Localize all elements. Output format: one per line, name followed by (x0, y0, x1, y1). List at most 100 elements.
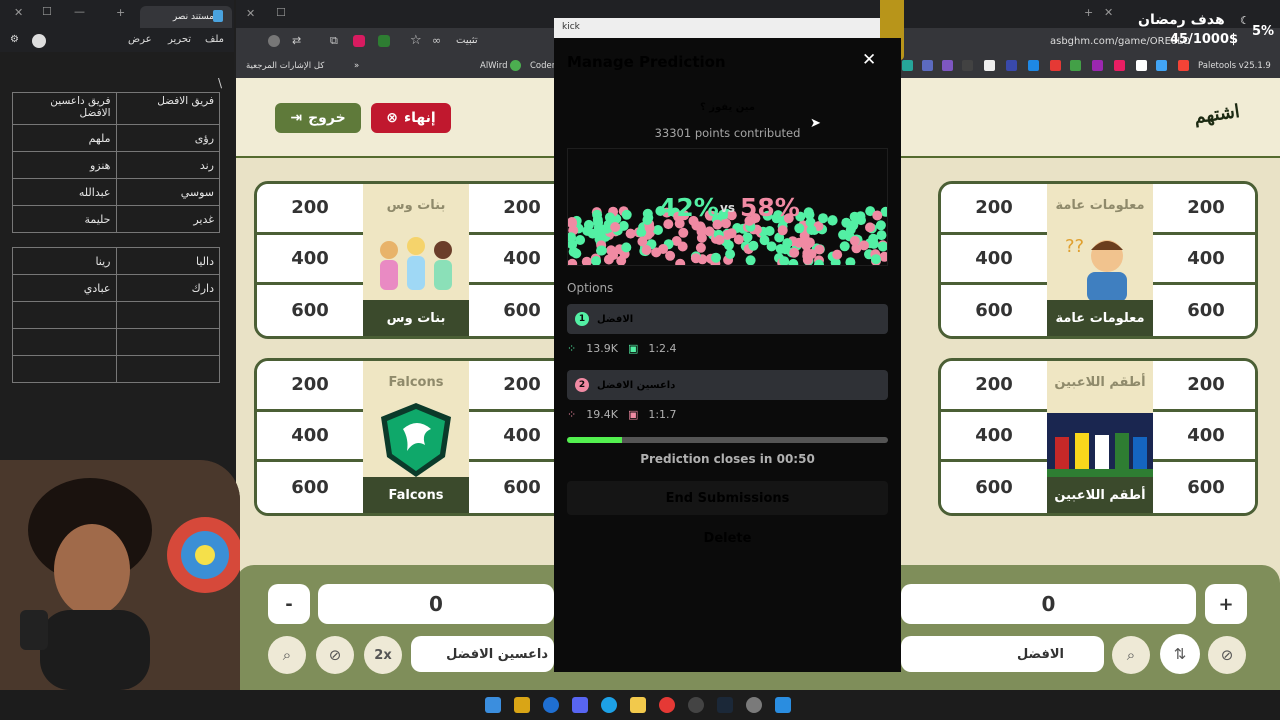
delete-button[interactable]: Delete (567, 522, 888, 554)
windows-icon[interactable] (775, 697, 791, 713)
menu-view[interactable]: عرض (128, 34, 152, 45)
bookmark-alwird[interactable]: AlWird (480, 61, 508, 71)
shield-icon[interactable] (378, 35, 390, 47)
points-tile[interactable]: 400 (1153, 411, 1255, 463)
extension-icon[interactable] (353, 35, 365, 47)
plus-button[interactable]: + (1205, 584, 1247, 624)
table-cell[interactable] (115, 301, 220, 329)
block-icon[interactable]: ⊘ (316, 636, 354, 674)
bookmark-icon[interactable] (1070, 60, 1081, 71)
star-icon[interactable]: ☆ (410, 33, 422, 48)
settings-icon[interactable] (746, 697, 762, 713)
gear-icon[interactable]: ⚙ (10, 34, 19, 45)
table-cell[interactable]: عبادي (12, 274, 117, 302)
new-tab-icon[interactable]: + (116, 6, 125, 19)
option-1-row[interactable]: 1 الافضل (567, 304, 888, 334)
minimize-icon[interactable]: — (74, 5, 85, 18)
table-cell[interactable]: فريق داعسين الافضل (12, 92, 117, 125)
option-2-row[interactable]: 2 داعسين الافضل (567, 370, 888, 400)
bookmark-icon[interactable] (902, 60, 913, 71)
points-tile[interactable]: 600 (1153, 462, 1255, 513)
table-cell[interactable]: رؤى (115, 124, 220, 152)
exit-button[interactable]: ⇥ خروج (275, 103, 361, 133)
bookmark-icon[interactable] (1114, 60, 1125, 71)
chrome-icon[interactable] (659, 697, 675, 713)
block-icon[interactable]: ⊘ (1208, 636, 1246, 674)
double-button[interactable]: 2x (364, 636, 402, 674)
points-tile[interactable]: 600 (257, 285, 363, 336)
bookmarks-folder[interactable]: كل الإشارات المرجعية (246, 61, 324, 71)
menu-edit[interactable]: تحرير (168, 34, 191, 45)
team-right-score[interactable]: 0 (901, 584, 1196, 624)
table-cell[interactable]: غدير (115, 205, 220, 233)
bookmark-icon[interactable] (962, 60, 973, 71)
edge-icon[interactable] (601, 697, 617, 713)
table-cell[interactable] (115, 355, 220, 383)
install-button[interactable]: تثبيت (456, 35, 478, 46)
avatar[interactable] (32, 34, 46, 48)
maximize-icon[interactable]: ☐ (42, 5, 52, 18)
close-icon[interactable]: ✕ (14, 6, 23, 19)
steam-icon[interactable] (717, 697, 733, 713)
end-game-button[interactable]: ⊗ إنهاء (371, 103, 451, 133)
table-cell[interactable]: رند (115, 151, 220, 179)
bookmark-icon[interactable] (1092, 60, 1103, 71)
bookmark-icon[interactable] (1136, 60, 1147, 71)
points-tile[interactable]: 200 (941, 361, 1047, 412)
table-cell[interactable]: رينا (12, 247, 117, 275)
search-icon[interactable]: ⌕ (1112, 636, 1150, 674)
table-cell[interactable]: داليا (115, 247, 220, 275)
chevron-icon[interactable]: » (354, 61, 359, 71)
obs-icon[interactable] (688, 697, 704, 713)
table-cell[interactable] (115, 328, 220, 356)
end-submissions-button[interactable]: End Submissions (567, 481, 888, 515)
table-cell[interactable] (12, 328, 117, 356)
points-tile[interactable]: 400 (941, 411, 1047, 463)
bookmark-icon[interactable] (1006, 60, 1017, 71)
close-icon[interactable]: ✕ (246, 7, 255, 20)
points-tile[interactable]: 600 (1153, 285, 1255, 336)
points-tile[interactable]: 400 (1153, 234, 1255, 286)
points-tile[interactable]: 600 (941, 285, 1047, 336)
glasses-icon[interactable]: ∞ (432, 34, 441, 47)
table-cell[interactable]: دارك (115, 274, 220, 302)
points-tile[interactable]: 400 (941, 234, 1047, 286)
new-tab-icon[interactable]: + (1084, 6, 1093, 19)
points-tile[interactable]: 200 (257, 184, 363, 235)
discord-icon[interactable] (572, 697, 588, 713)
table-cell[interactable]: سوسي (115, 178, 220, 206)
close-tab-icon[interactable]: ✕ (1104, 6, 1113, 19)
extensions-icon[interactable]: ⧉ (330, 34, 338, 48)
maximize-icon[interactable]: ☐ (276, 6, 286, 19)
team-left-score[interactable]: 0 (318, 584, 554, 624)
points-tile[interactable]: 200 (1153, 361, 1255, 412)
points-tile[interactable]: 400 (257, 411, 363, 463)
app-icon[interactable] (543, 697, 559, 713)
notepad-icon[interactable] (485, 697, 501, 713)
points-tile[interactable]: 400 (257, 234, 363, 286)
minus-button[interactable]: - (268, 584, 310, 624)
table-cell[interactable]: ملهم (12, 124, 117, 152)
points-tile[interactable]: 200 (1153, 184, 1255, 235)
menu-file[interactable]: ملف (205, 34, 224, 45)
table-cell[interactable]: حليمة (12, 205, 117, 233)
points-tile[interactable]: 200 (941, 184, 1047, 235)
points-tile[interactable]: 600 (257, 462, 363, 513)
table-cell[interactable] (12, 355, 117, 383)
points-tile[interactable]: 600 (941, 462, 1047, 513)
bookmark-icon[interactable] (1050, 60, 1061, 71)
table-cell[interactable] (12, 301, 117, 329)
profile-icon[interactable] (268, 35, 280, 47)
bookmark-paletools[interactable]: Paletools v25.1.9 (1198, 61, 1271, 71)
table-cell[interactable]: فريق الافضل (115, 92, 220, 125)
bookmark-icon[interactable] (942, 60, 953, 71)
folder-icon[interactable] (630, 697, 646, 713)
tune-icon[interactable]: ⇄ (292, 34, 301, 47)
youtube-icon[interactable] (1178, 60, 1189, 71)
bookmark-icon[interactable] (1028, 60, 1039, 71)
bookmark-icon[interactable] (1156, 60, 1167, 71)
app-icon[interactable] (514, 697, 530, 713)
search-icon[interactable]: ⌕ (268, 636, 306, 674)
table-cell[interactable]: هنزو (12, 151, 117, 179)
swap-icon[interactable]: ⇅ (1160, 634, 1200, 674)
